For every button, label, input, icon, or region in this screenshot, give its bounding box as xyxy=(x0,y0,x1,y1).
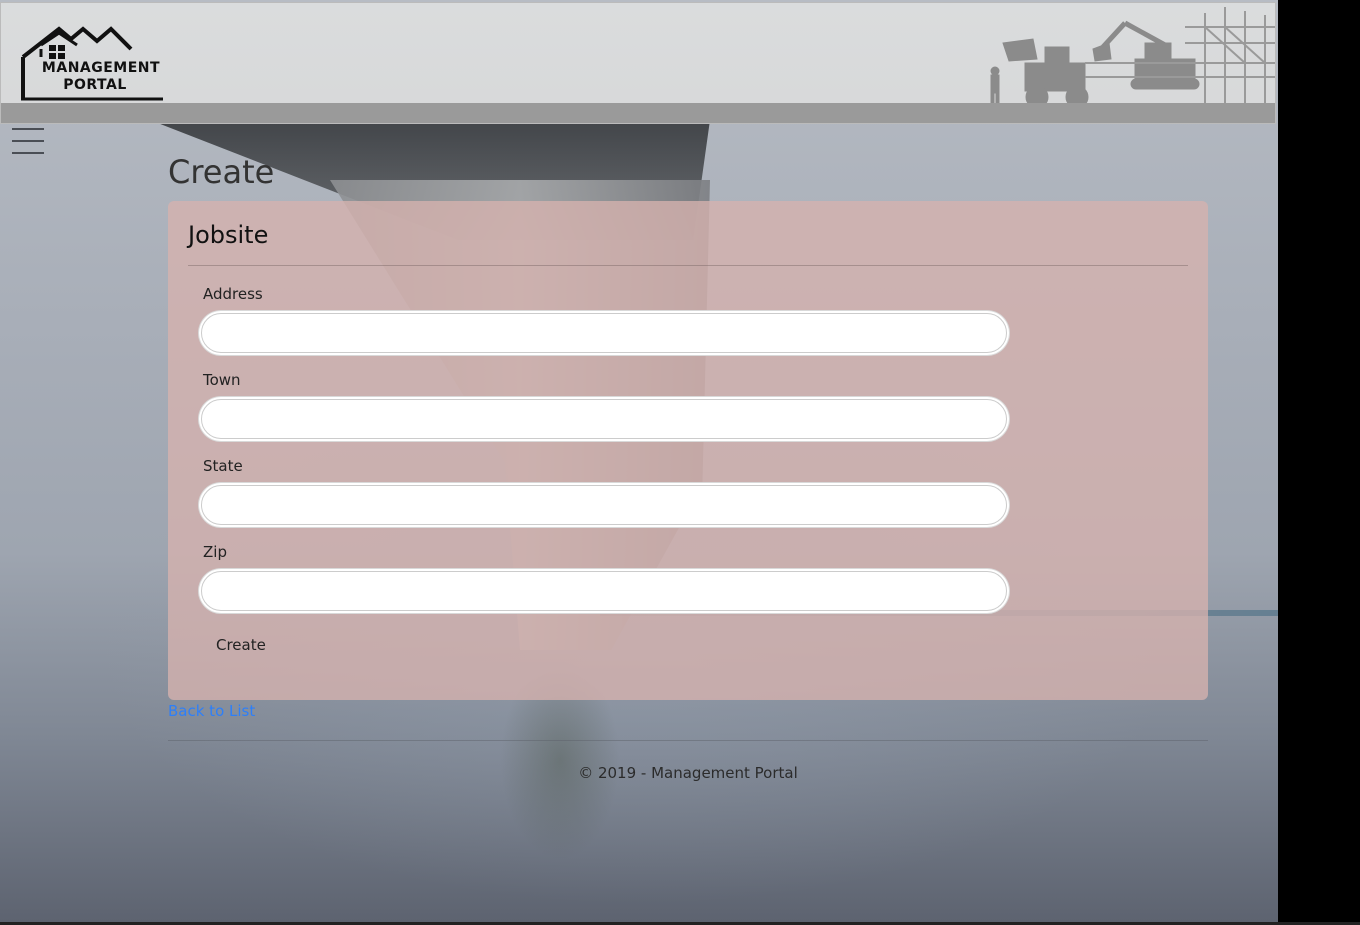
town-input[interactable] xyxy=(201,399,1007,439)
logo-link[interactable]: MANAGEMENT PORTAL xyxy=(19,23,167,103)
zip-label: Zip xyxy=(203,543,227,561)
back-to-list-link[interactable]: Back to List xyxy=(168,702,255,720)
town-label: Town xyxy=(203,371,241,389)
zip-input[interactable] xyxy=(201,571,1007,611)
address-input[interactable] xyxy=(201,313,1007,353)
jobsite-form-card: Jobsite Address Town State Zip Create xyxy=(168,201,1208,700)
site-header: MANAGEMENT PORTAL xyxy=(0,2,1276,124)
footer-divider xyxy=(168,740,1208,741)
logo-text-line1: MANAGEMENT xyxy=(41,60,161,76)
state-input[interactable] xyxy=(201,485,1007,525)
page-title: Create xyxy=(168,153,275,191)
hamburger-menu-icon[interactable] xyxy=(12,128,44,154)
header-bottom-strip xyxy=(1,103,1275,123)
footer-copyright: © 2019 - Management Portal xyxy=(578,764,798,782)
address-label: Address xyxy=(203,285,263,303)
form-heading: Jobsite xyxy=(188,221,269,249)
form-divider xyxy=(188,265,1188,266)
page-background: MANAGEMENT PORTAL Create Jobsite Address… xyxy=(0,0,1278,922)
logo-text-line2: PORTAL xyxy=(63,77,127,93)
state-label: State xyxy=(203,457,243,475)
create-button[interactable]: Create xyxy=(208,633,274,657)
